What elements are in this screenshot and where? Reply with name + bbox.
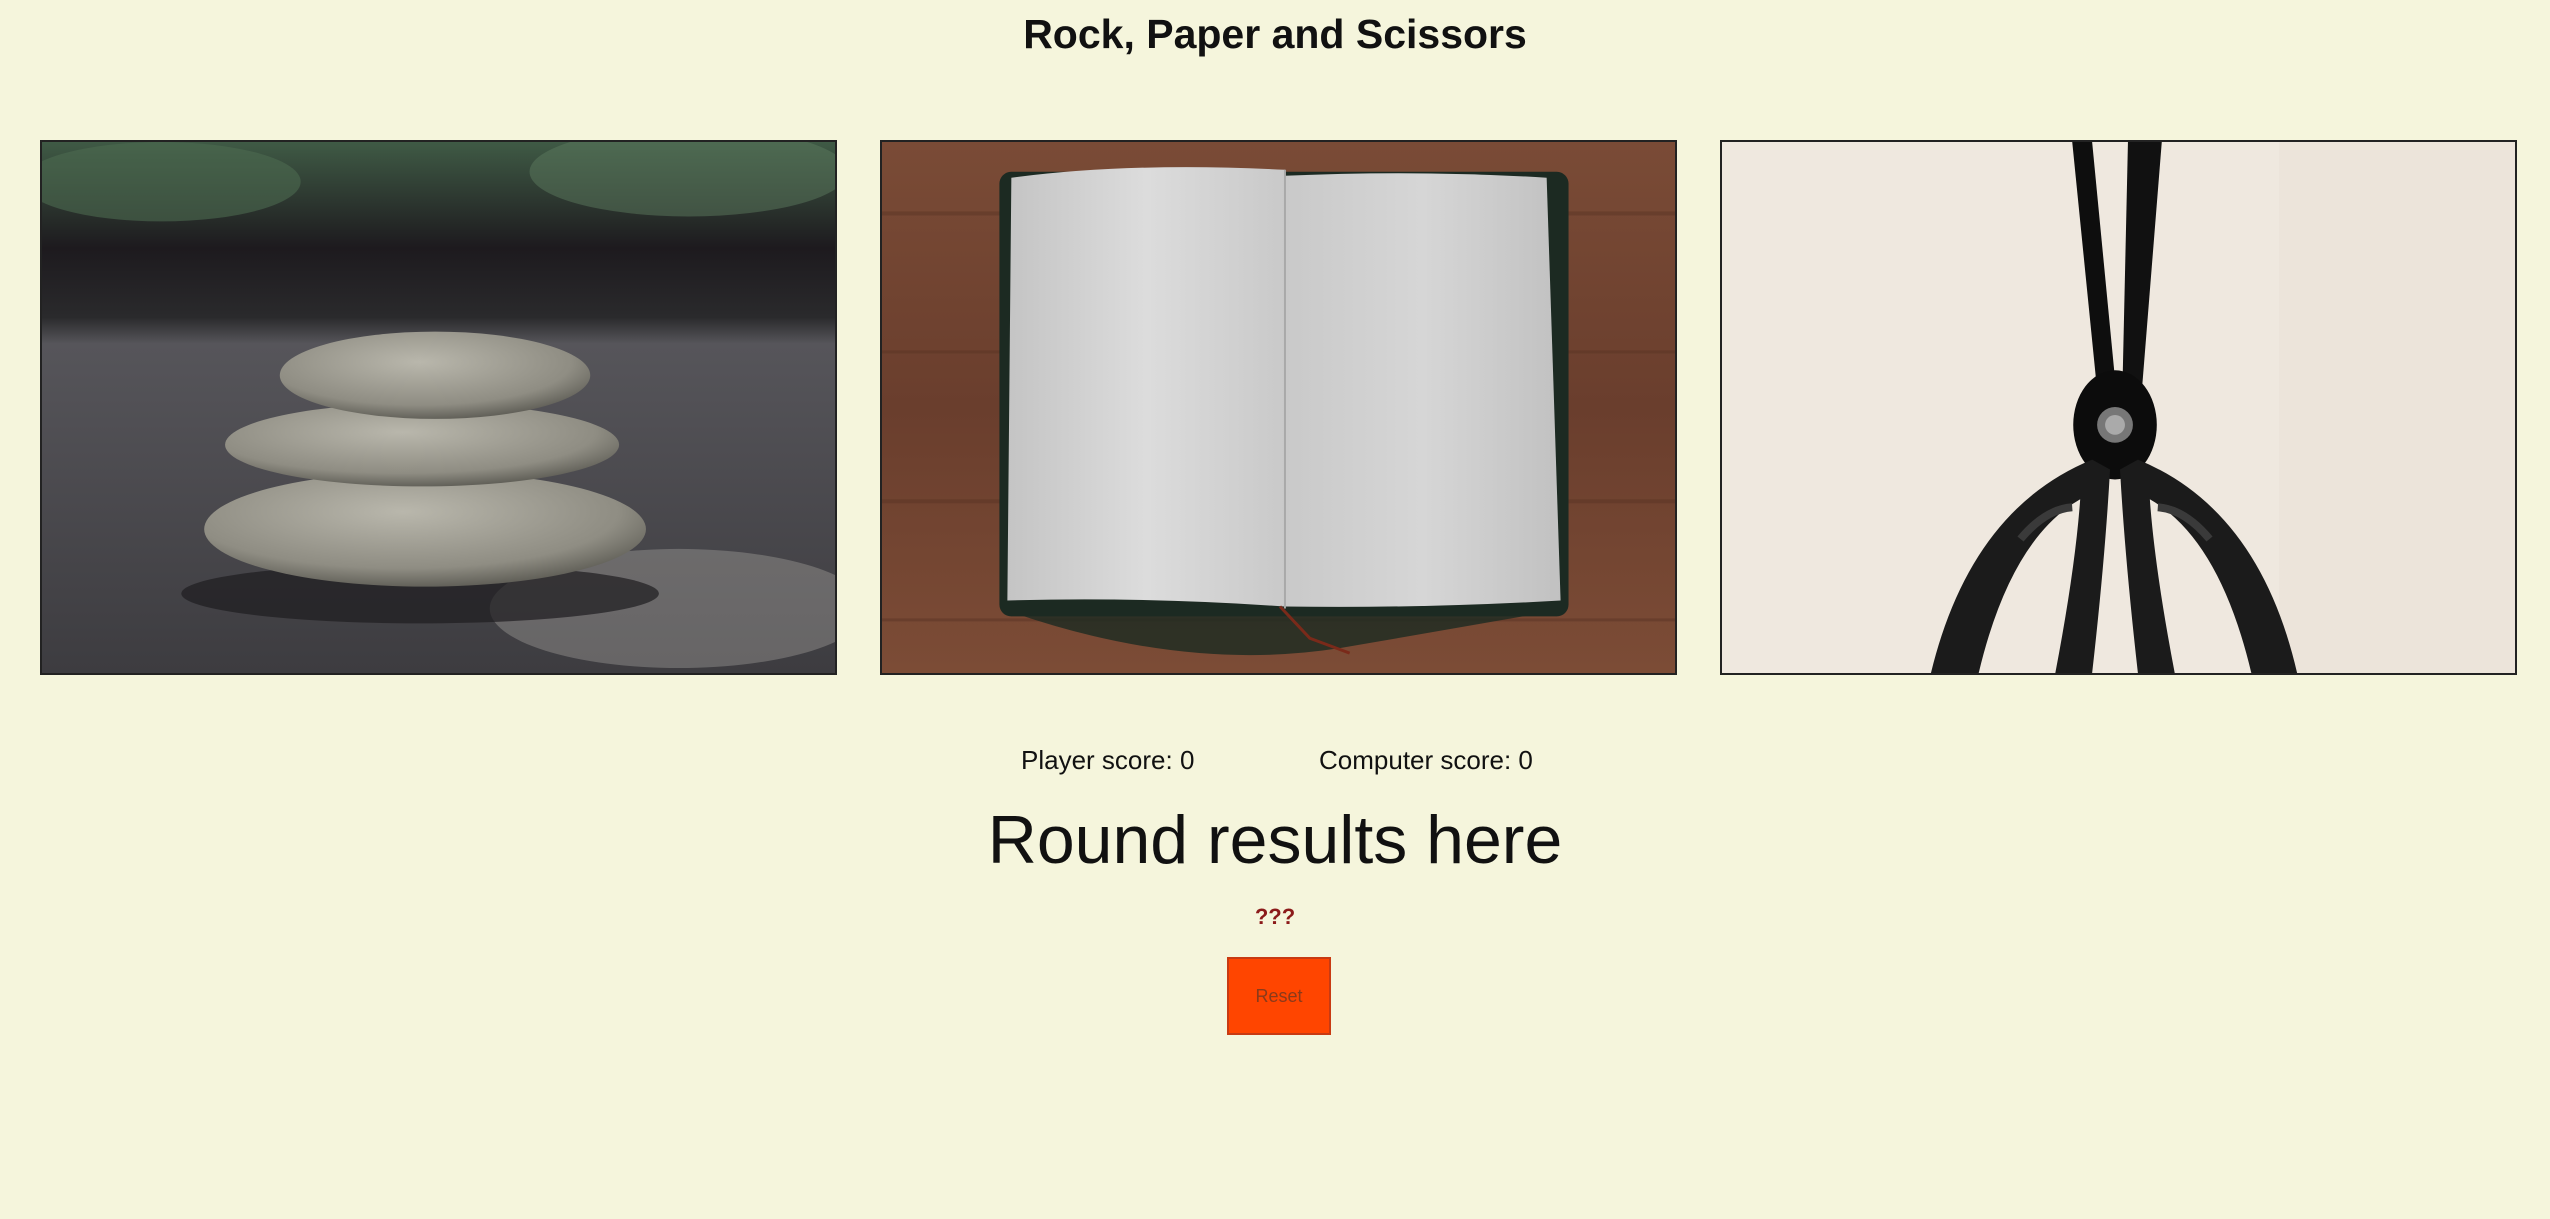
- scissors-choice-image[interactable]: [1720, 140, 2517, 675]
- round-detail-text: ???: [1254, 904, 1296, 929]
- rock-choice-image[interactable]: [40, 140, 837, 675]
- reset-button[interactable]: Reset: [1227, 957, 1331, 1035]
- scissors-icon: [1722, 142, 2515, 673]
- open-notebook-icon: [882, 142, 1675, 673]
- rock-stack-icon: [42, 142, 835, 673]
- paper-choice-image[interactable]: [880, 140, 1677, 675]
- player-score: Player score: 0: [1021, 745, 1195, 775]
- computer-score: Computer score: 0: [1319, 745, 1533, 775]
- round-results-text: Round results here: [987, 802, 1563, 878]
- page-title: Rock, Paper and Scissors: [1023, 11, 1527, 57]
